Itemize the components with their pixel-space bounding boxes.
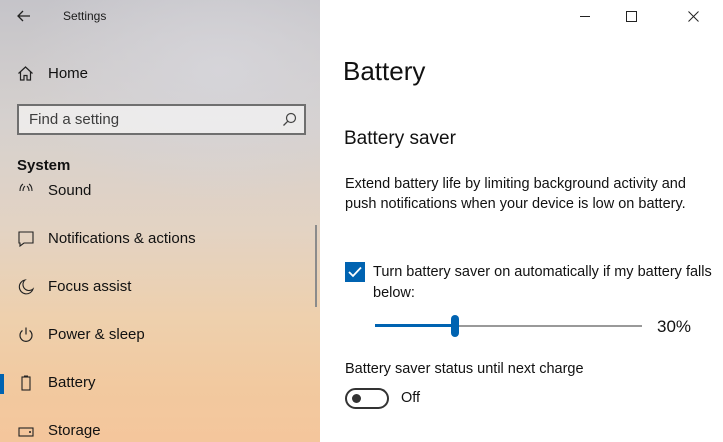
selection-indicator [0,374,4,394]
sidebar-item-notifications[interactable]: Notifications & actions [0,222,312,256]
close-button[interactable] [670,0,716,33]
sidebar-item-label: Storage [48,422,101,439]
nav-home-label: Home [48,65,89,82]
battery-saver-toggle[interactable] [345,388,389,409]
app-title: Settings [63,9,107,23]
auto-battery-saver-checkbox[interactable] [345,262,365,282]
battery-saver-status-label: Battery saver status until next charge [345,361,584,377]
home-icon [18,66,33,81]
sidebar-item-power-sleep[interactable]: Power & sleep [0,318,312,352]
sidebar-item-battery[interactable]: Battery [0,366,312,400]
nav-home[interactable]: Home [0,58,320,88]
sidebar-item-label: Battery [48,374,96,391]
toggle-knob [352,394,361,403]
section-title: Battery saver [344,128,456,149]
auto-battery-saver-label[interactable]: Turn battery saver on automatically if m… [373,262,713,304]
back-button[interactable] [10,3,38,29]
sidebar-item-sound[interactable]: Sound [0,178,312,208]
sidebar-item-label: Power & sleep [48,326,145,343]
slider-value: 30% [657,317,692,336]
minimize-button[interactable] [562,0,608,33]
slider-fill [375,324,456,327]
minimize-icon [579,16,590,17]
nav-scrollbar[interactable] [315,225,317,307]
toggle-state-text: Off [401,390,421,406]
storage-icon [18,427,34,437]
battery-saver-description: Extend battery life by limiting backgrou… [345,176,686,212]
nav-section-title: System [17,157,71,174]
page-title: Battery [343,56,426,86]
battery-threshold-slider[interactable] [375,313,642,339]
sidebar-item-label: Focus assist [48,278,132,295]
search-input[interactable] [19,106,274,133]
maximize-icon [625,11,637,22]
sidebar-item-storage[interactable]: Storage [0,414,312,442]
speaker-icon [19,183,33,192]
navigation-pane: Settings Home System Sound Notifications… [0,0,320,442]
search-box[interactable] [17,104,306,135]
moon-icon [18,279,35,295]
sidebar-item-label: Sound [48,182,92,199]
sidebar-item-focus-assist[interactable]: Focus assist [0,270,312,304]
back-arrow-icon [17,10,30,22]
notifications-icon [18,231,34,248]
nav-list: Sound Notifications & actions Focus assi… [0,178,320,442]
maximize-button[interactable] [608,0,654,33]
search-icon[interactable] [282,112,297,127]
content-pane: Battery Battery saver Extend battery lif… [320,0,723,442]
checkmark-icon [348,266,362,278]
sidebar-item-label: Notifications & actions [48,230,196,247]
close-icon [687,11,699,22]
power-icon [19,327,33,342]
title-bar: Settings [0,0,320,33]
slider-thumb[interactable] [451,315,460,337]
battery-icon [21,375,31,391]
